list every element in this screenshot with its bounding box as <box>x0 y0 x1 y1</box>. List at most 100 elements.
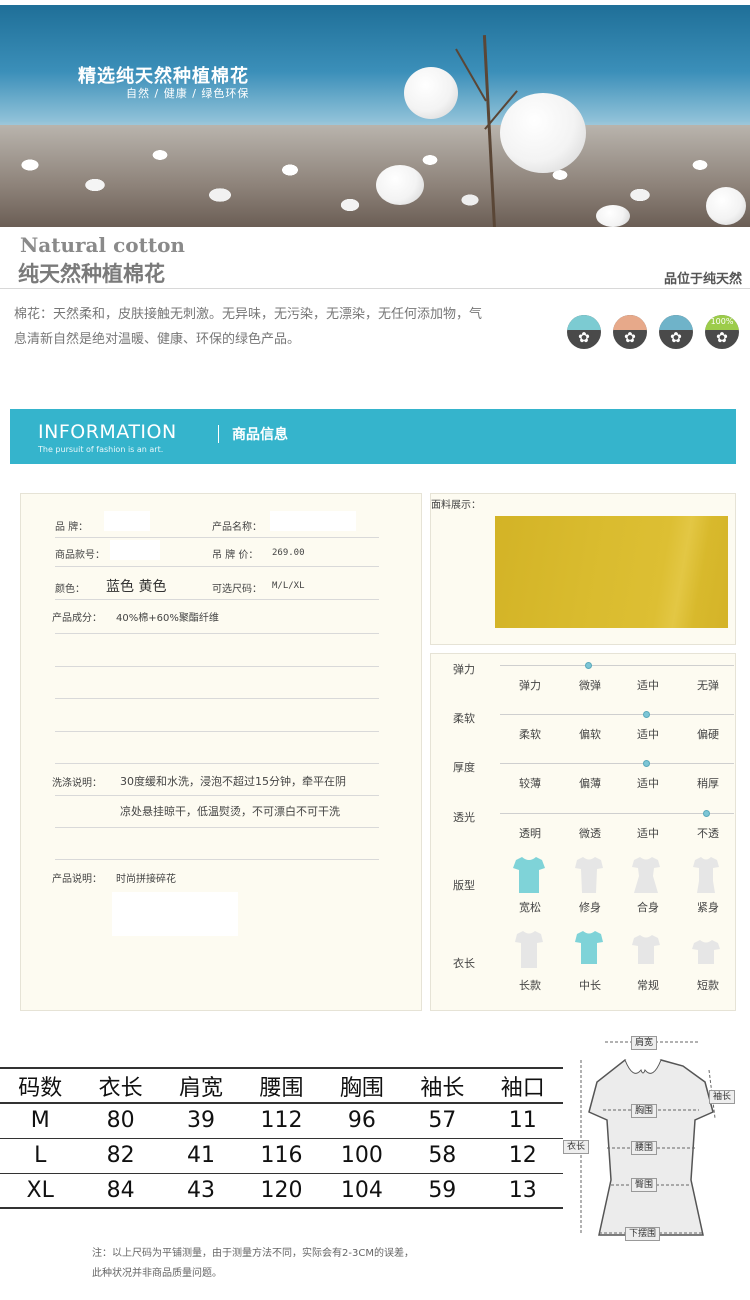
natural-tagline: 品位于纯天然 <box>663 272 742 287</box>
cotton-boll <box>500 93 586 173</box>
style-option: 长款 <box>519 979 541 992</box>
table-cell: 116 <box>241 1138 322 1174</box>
sizes-value: M/L/XL <box>272 581 305 591</box>
length-label: 衣长 <box>453 957 475 970</box>
waist-label: 腰围 <box>631 1141 658 1155</box>
cotton-field <box>0 125 750 227</box>
table-header: 胸围 <box>321 1067 403 1104</box>
sleeve-label: 袖长 <box>709 1090 736 1104</box>
attribute-selected-marker <box>643 711 650 718</box>
table-cell: 12 <box>482 1138 563 1174</box>
table-cell: 112 <box>241 1103 322 1139</box>
attribute-option: 较薄 <box>519 777 541 790</box>
table-header-row: 码数 衣长 肩宽 腰围 胸围 袖长 袖口 <box>0 1067 563 1104</box>
long-shirt-icon <box>515 931 543 968</box>
row-divider <box>55 827 379 828</box>
attribute-label: 厚度 <box>453 761 475 774</box>
short-shirt-icon <box>692 940 720 964</box>
price-value: 269.00 <box>272 548 305 558</box>
natural-title-en: Natural cotton <box>20 233 185 257</box>
table-row: L 82 41 116 100 58 12 <box>0 1138 563 1174</box>
title-separator <box>218 425 219 443</box>
table-cell: L <box>0 1138 81 1174</box>
information-title: INFORMATION <box>38 421 177 443</box>
length-label: 衣长 <box>563 1140 590 1154</box>
product-name-label: 产品名称： <box>212 522 262 533</box>
attribute-scale-line <box>500 813 734 814</box>
fabric-label: 面料展示： <box>431 500 481 511</box>
attribute-label: 透光 <box>453 811 475 824</box>
table-cell: 100 <box>321 1138 403 1174</box>
table-header: 袖口 <box>482 1067 563 1104</box>
table-cell: 120 <box>241 1173 322 1209</box>
cotton-icon: ✿ <box>567 315 601 349</box>
table-cell: 43 <box>160 1173 242 1209</box>
fitted-dress-icon <box>632 857 660 893</box>
table-cell: 104 <box>321 1173 403 1209</box>
chest-label: 胸围 <box>631 1104 658 1118</box>
attribute-option: 微透 <box>579 827 601 840</box>
attribute-option: 无弹 <box>697 679 719 692</box>
tight-shirt-icon <box>693 857 719 893</box>
row-divider <box>55 731 379 732</box>
table-cell: 13 <box>482 1173 563 1209</box>
row-divider <box>55 566 379 567</box>
cotton-stem <box>455 48 487 102</box>
table-header: 肩宽 <box>160 1067 242 1104</box>
slim-shirt-icon <box>575 857 603 893</box>
table-cell: XL <box>0 1173 81 1209</box>
style-option: 紧身 <box>697 901 719 914</box>
table-cell: 59 <box>402 1173 483 1209</box>
attribute-option: 透明 <box>519 827 541 840</box>
cotton-boll <box>404 67 458 119</box>
cotton-icon: ✿ <box>613 315 647 349</box>
attribute-option: 偏硬 <box>697 728 719 741</box>
table-header: 袖长 <box>402 1067 483 1104</box>
color-value: 蓝色 黄色 <box>106 579 167 595</box>
hip-label: 臀围 <box>631 1178 658 1192</box>
style-option: 宽松 <box>519 901 541 914</box>
style-option: 常规 <box>637 979 659 992</box>
size-note-line-2: 此种状况并非商品质量问题。 <box>92 1268 222 1279</box>
cotton-boll <box>706 187 746 225</box>
attribute-selected-marker <box>643 760 650 767</box>
cotton-icons: ✿ ✿ ✿ 100% ✿ <box>567 315 739 349</box>
table-cell: 57 <box>402 1103 483 1139</box>
attribute-scale-line <box>500 714 734 715</box>
regular-shirt-icon <box>632 935 660 964</box>
table-row: XL 84 43 120 104 59 13 <box>0 1173 563 1209</box>
style-option: 修身 <box>579 901 601 914</box>
natural-description: 棉花：天然柔和，皮肤接触无刺激。无异味，无污染，无漂染，无任何添加物，气息清新自… <box>14 307 483 347</box>
description-label: 产品说明： <box>52 874 102 885</box>
fabric-swatch <box>495 516 728 628</box>
loose-shirt-icon <box>513 857 545 893</box>
information-bar: INFORMATION The pursuit of fashion is an… <box>10 409 736 464</box>
fit-label: 版型 <box>453 879 475 892</box>
attribute-scale-line <box>500 763 734 764</box>
table-cell: 82 <box>80 1138 161 1174</box>
table-header: 腰围 <box>241 1067 322 1104</box>
attribute-option: 稍厚 <box>697 777 719 790</box>
attribute-option: 偏软 <box>579 728 601 741</box>
attribute-option: 偏薄 <box>579 777 601 790</box>
sku-value <box>110 540 160 560</box>
table-cell: 58 <box>402 1138 483 1174</box>
table-cell: 96 <box>321 1103 403 1139</box>
row-divider <box>55 763 379 764</box>
table-cell: 39 <box>160 1103 242 1139</box>
attribute-option: 弹力 <box>519 679 541 692</box>
style-option: 合身 <box>637 901 659 914</box>
row-divider <box>55 537 379 538</box>
brand-label: 品 牌： <box>55 522 89 533</box>
section-divider <box>0 288 750 289</box>
row-divider <box>55 795 379 796</box>
attribute-selected-marker <box>585 662 592 669</box>
product-name-value <box>270 511 356 531</box>
attribute-option: 适中 <box>637 728 659 741</box>
product-info-title: 商品信息 <box>232 427 288 443</box>
composition-value: 40%棉+60%聚酯纤维 <box>116 613 219 624</box>
attribute-label: 柔软 <box>453 712 475 725</box>
natural-title-cn: 纯天然种植棉花 <box>18 262 165 286</box>
hero-subtitle: 自然 / 健康 / 绿色环保 <box>126 87 250 100</box>
table-cell: 11 <box>482 1103 563 1139</box>
